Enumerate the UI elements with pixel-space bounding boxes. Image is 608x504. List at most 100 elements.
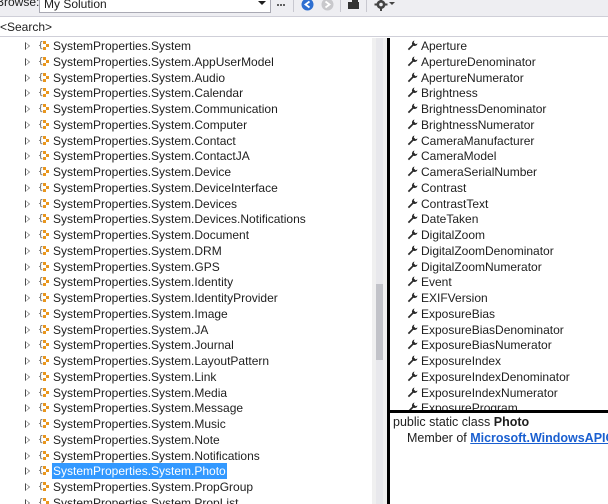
tree-item[interactable]: {SystemProperties.System <box>0 38 372 54</box>
expand-arrow-icon[interactable] <box>25 246 30 255</box>
expand-arrow-icon[interactable] <box>25 451 30 460</box>
tree-item[interactable]: {SystemProperties.System.Image <box>0 306 372 322</box>
member-item[interactable]: ExposureIndexNumerator <box>390 385 608 401</box>
member-item[interactable]: Contrast <box>390 180 608 196</box>
tree-item[interactable]: {SystemProperties.System.Journal <box>0 337 372 353</box>
tree-item[interactable]: {SystemProperties.System.Media <box>0 385 372 401</box>
member-item[interactable]: ExposureIndex <box>390 353 608 369</box>
expand-arrow-icon[interactable] <box>25 231 30 239</box>
tree-item[interactable]: {SystemProperties.System.IdentityProvide… <box>0 290 372 306</box>
expand-arrow-icon[interactable] <box>25 262 30 271</box>
member-item[interactable]: EXIFVersion <box>390 290 608 306</box>
namespace-icon: { <box>38 230 49 240</box>
expand-arrow-icon[interactable] <box>25 89 30 98</box>
member-item[interactable]: CameraSerialNumber <box>390 164 608 180</box>
expand-arrow-icon[interactable] <box>25 57 30 66</box>
member-item[interactable]: Event <box>390 274 608 290</box>
expand-arrow-icon[interactable] <box>25 467 30 476</box>
objects-scrollbar[interactable] <box>372 38 387 504</box>
expand-arrow-icon[interactable] <box>25 309 30 318</box>
tree-item[interactable]: {SystemProperties.System.Calendar <box>0 85 372 101</box>
member-item[interactable]: ApertureNumerator <box>390 70 608 86</box>
member-item[interactable]: ExposureIndexDenominator <box>390 369 608 385</box>
expand-arrow-icon[interactable] <box>25 372 30 381</box>
tree-item[interactable]: {SystemProperties.System.Message <box>0 400 372 416</box>
expand-arrow-icon[interactable] <box>25 105 30 113</box>
expand-arrow-icon[interactable] <box>25 357 30 365</box>
expand-arrow-icon[interactable] <box>25 73 30 82</box>
member-item[interactable]: Aperture <box>390 38 608 54</box>
settings-button[interactable] <box>372 0 398 11</box>
member-item[interactable]: CameraManufacturer <box>390 133 608 149</box>
tree-item[interactable]: {SystemProperties.System.Notifications <box>0 448 372 464</box>
new-folder-button[interactable] <box>346 0 360 11</box>
member-item[interactable]: Brightness <box>390 85 608 101</box>
tree-item[interactable]: {SystemProperties.System.Music <box>0 416 372 432</box>
tree-item[interactable]: {SystemProperties.System.Link <box>0 369 372 385</box>
property-wrench-icon <box>407 135 418 145</box>
scrollbar-thumb[interactable] <box>376 284 383 360</box>
expand-arrow-icon[interactable] <box>25 420 30 428</box>
member-item[interactable]: DigitalZoom <box>390 227 608 243</box>
namespace-link[interactable]: Microsoft.WindowsAPICodePack.Shell.Prope… <box>470 431 608 445</box>
tree-item[interactable]: {SystemProperties.System.DRM <box>0 243 372 259</box>
tree-item[interactable]: {SystemProperties.System.Devices.Notific… <box>0 211 372 227</box>
expand-arrow-icon[interactable] <box>25 294 30 302</box>
member-item[interactable]: BrightnessNumerator <box>390 117 608 133</box>
tree-item[interactable]: {SystemProperties.System.PropGroup <box>0 479 372 495</box>
expand-arrow-icon[interactable] <box>25 168 30 176</box>
expand-arrow-icon[interactable] <box>25 215 30 224</box>
member-item[interactable]: ExposureProgram <box>390 400 608 410</box>
expand-arrow-icon[interactable] <box>25 404 30 413</box>
tree-item[interactable]: {SystemProperties.System.PropList <box>0 495 372 504</box>
browse-scope-dropdown[interactable]: My Solution <box>39 0 271 13</box>
tree-item[interactable]: {SystemProperties.System.Devices <box>0 196 372 212</box>
expand-arrow-icon[interactable] <box>25 435 30 444</box>
tree-item[interactable]: {SystemProperties.System.Device <box>0 164 372 180</box>
tree-item[interactable]: {SystemProperties.System.GPS <box>0 259 372 275</box>
tree-item[interactable]: {SystemProperties.System.Note <box>0 432 372 448</box>
member-item-label: CameraSerialNumber <box>421 165 538 179</box>
expand-arrow-icon[interactable] <box>25 325 30 334</box>
expand-arrow-icon[interactable] <box>25 388 30 397</box>
tree-item[interactable]: {SystemProperties.System.ContactJA <box>0 148 372 164</box>
tree-item[interactable]: {SystemProperties.System.Computer <box>0 117 372 133</box>
expand-arrow-icon[interactable] <box>25 120 30 129</box>
tree-item[interactable]: {SystemProperties.System.Photo <box>0 463 372 480</box>
member-item[interactable]: ContrastText <box>390 196 608 212</box>
tree-item[interactable]: {SystemProperties.System.Audio <box>0 70 372 86</box>
tree-item[interactable]: {SystemProperties.System.Communication <box>0 101 372 117</box>
member-item[interactable]: DateTaken <box>390 211 608 227</box>
tree-item[interactable]: {SystemProperties.System.Document <box>0 227 372 243</box>
expand-arrow-icon[interactable] <box>25 498 30 504</box>
scrollbar-track[interactable] <box>376 38 383 504</box>
member-item[interactable]: ExposureBias <box>390 306 608 322</box>
member-item[interactable]: ApertureDenominator <box>390 54 608 70</box>
expand-arrow-icon[interactable] <box>25 42 30 50</box>
member-item[interactable]: ExposureBiasDenominator <box>390 322 608 338</box>
member-item[interactable]: DigitalZoomNumerator <box>390 259 608 275</box>
expand-arrow-icon[interactable] <box>25 483 30 491</box>
expand-arrow-icon[interactable] <box>25 341 30 350</box>
member-item[interactable]: BrightnessDenominator <box>390 101 608 117</box>
tree-item[interactable]: {SystemProperties.System.DeviceInterface <box>0 180 372 196</box>
browse-options-button[interactable] <box>276 0 286 11</box>
tree-item[interactable]: {SystemProperties.System.AppUserModel <box>0 54 372 70</box>
tree-item[interactable]: {SystemProperties.System.Identity <box>0 274 372 290</box>
member-item-label: ExposureBiasNumerator <box>421 338 552 353</box>
expand-arrow-icon[interactable] <box>25 183 30 192</box>
search-input[interactable] <box>0 18 600 35</box>
member-item[interactable]: DigitalZoomDenominator <box>390 243 608 259</box>
tree-item[interactable]: {SystemProperties.System.LayoutPattern <box>0 353 372 369</box>
expand-arrow-icon[interactable] <box>25 136 30 145</box>
toolbar-separator <box>366 0 367 12</box>
expand-arrow-icon[interactable] <box>25 278 30 287</box>
member-item[interactable]: ExposureBiasNumerator <box>390 337 608 353</box>
expand-arrow-icon[interactable] <box>25 152 30 161</box>
member-item[interactable]: CameraModel <box>390 148 608 164</box>
expand-arrow-icon[interactable] <box>25 199 30 208</box>
tree-item[interactable]: {SystemProperties.System.JA <box>0 322 372 338</box>
forward-button[interactable] <box>320 0 334 11</box>
back-button[interactable] <box>300 0 314 11</box>
tree-item[interactable]: {SystemProperties.System.Contact <box>0 133 372 149</box>
